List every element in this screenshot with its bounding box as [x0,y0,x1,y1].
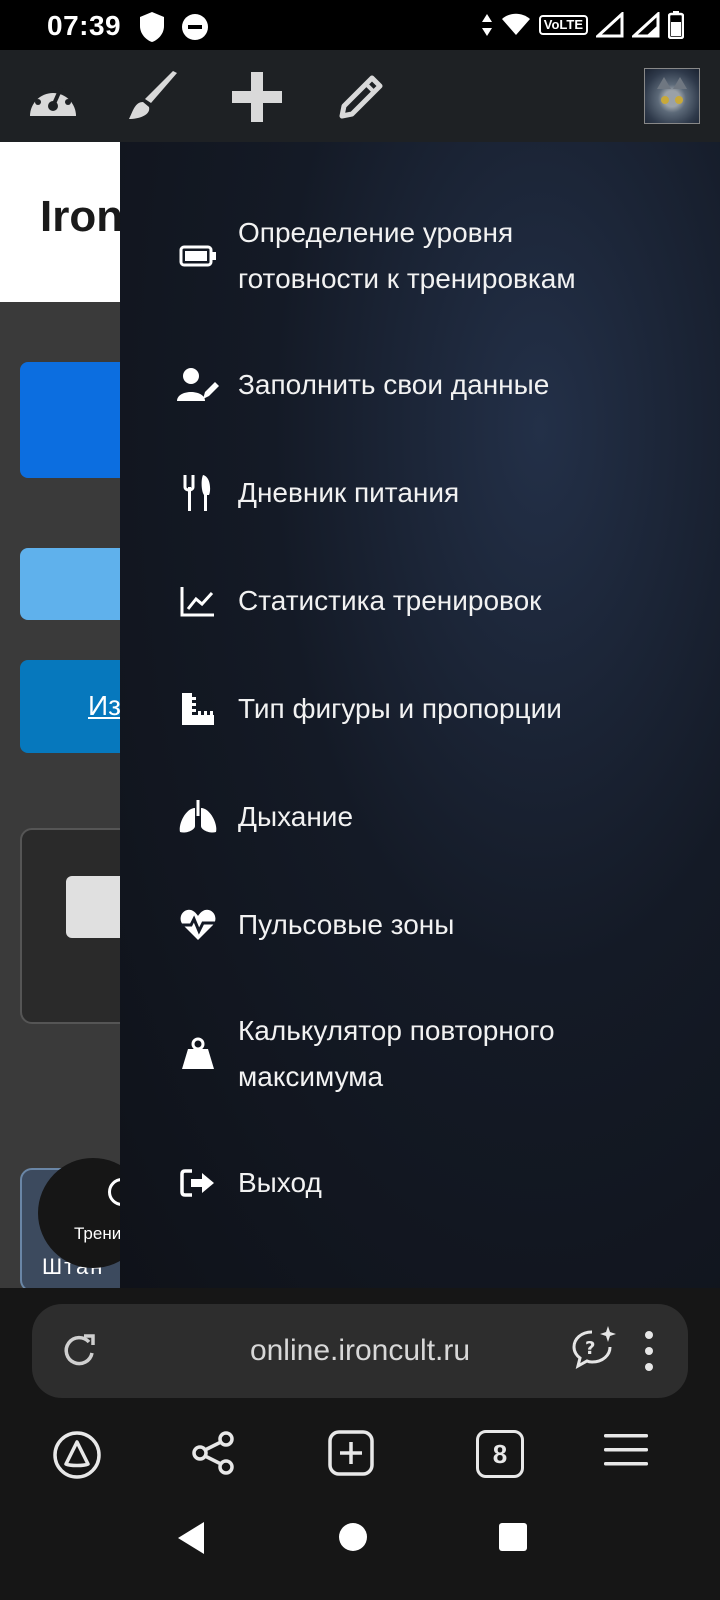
menu-icon[interactable] [602,1430,650,1475]
menu-label: Калькулятор повторного максимума [238,1015,555,1092]
lungs-icon [176,795,220,839]
browser-nav: 8 [0,1416,720,1502]
fab-label: Трени [74,1224,122,1243]
menu-item-readiness[interactable]: Определение уровня готовности к трениров… [176,210,638,302]
wifi-icon [501,13,530,35]
share-icon[interactable] [190,1430,236,1481]
menu-item-logout[interactable]: Выход [176,1160,322,1206]
heart-pulse-icon [176,903,220,947]
address-bar[interactable]: online.ironcult.ru ? [32,1304,688,1398]
home-icon[interactable] [338,1522,368,1557]
volte-badge: VoLTE [538,15,588,35]
plus-icon[interactable] [228,68,286,126]
menu-label: Выход [238,1167,322,1198]
battery-icon [668,11,684,39]
logout-icon [176,1161,220,1205]
alice-icon[interactable] [52,1430,102,1485]
menu-item-statistics[interactable]: Статистика тренировок [176,578,541,624]
user-avatar[interactable] [644,68,700,124]
utensils-icon [176,471,220,515]
shield-icon [140,12,164,42]
menu-label: Дыхание [238,801,354,832]
dashboard-icon[interactable] [24,68,82,126]
new-tab-icon[interactable] [328,1430,374,1481]
page-title: Iron [40,192,124,241]
ruler-icon [176,687,220,731]
menu-label: Дневник питания [238,477,460,508]
recents-icon[interactable] [498,1522,528,1557]
back-icon[interactable] [176,1520,206,1561]
banner-link[interactable]: Из [88,690,121,722]
menu-item-breathing[interactable]: Дыхание [176,794,353,840]
weight-icon [176,1032,220,1076]
signal-icon [632,12,660,38]
menu-label: Заполнить свои данные [238,369,550,400]
data-arrows-icon [481,14,492,36]
menu-item-profile[interactable]: Заполнить свои данные [176,362,549,408]
user-edit-icon [176,363,220,407]
tabs-icon[interactable]: 8 [476,1430,524,1478]
clock: 07:39 [47,10,122,41]
menu-item-1rm-calculator[interactable]: Калькулятор повторного максимума [176,1008,638,1100]
system-nav-bar [0,1502,720,1600]
menu-item-body-type[interactable]: Тип фигуры и пропорции [176,686,562,732]
status-bar: 07:39 VoLTE [0,0,720,50]
menu-label: Тип фигуры и пропорции [238,693,562,724]
menu-label: Определение уровня готовности к трениров… [238,217,576,294]
chart-line-icon [176,579,220,623]
assistant-chat-icon[interactable]: ? [570,1324,618,1377]
menu-item-nutrition[interactable]: Дневник питания [176,470,459,516]
do-not-disturb-icon [182,14,208,40]
menu-label: Пульсовые зоны [238,909,455,940]
menu-item-heart-zones[interactable]: Пульсовые зоны [176,902,454,948]
browser-bar: online.ironcult.ru ? [0,1288,720,1416]
navigation-drawer: Определение уровня готовности к трениров… [120,142,720,1288]
app-toolbar [0,50,720,142]
signal-icon [596,12,624,38]
brush-icon[interactable] [124,68,182,126]
svg-text:?: ? [585,1338,595,1359]
menu-label: Статистика тренировок [238,585,542,616]
battery-icon [176,234,220,278]
more-options-icon[interactable] [644,1329,654,1378]
pencil-icon[interactable] [332,68,390,126]
